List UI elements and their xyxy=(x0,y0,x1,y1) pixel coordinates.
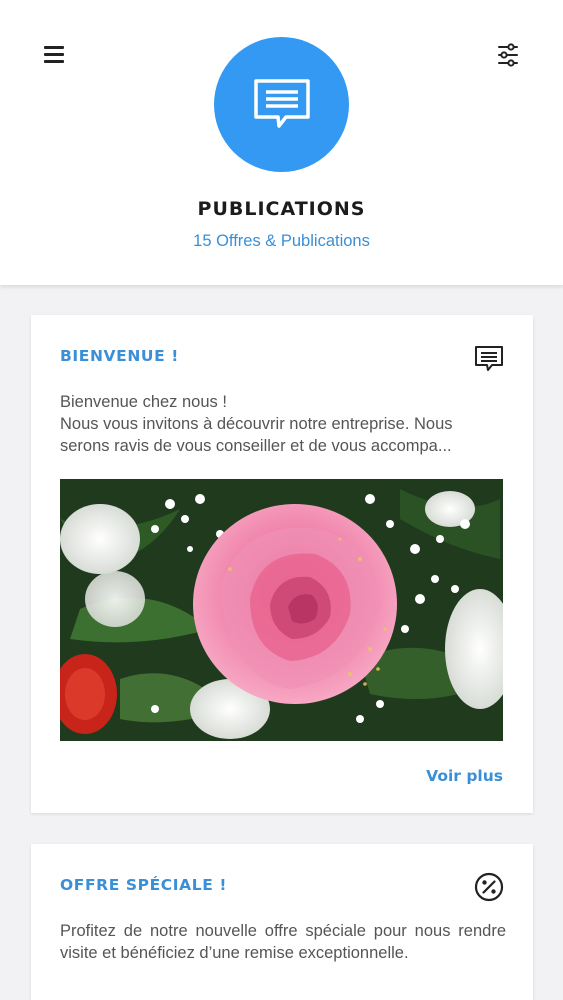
hamburger-menu-icon xyxy=(44,46,64,49)
menu-button[interactable] xyxy=(38,38,72,70)
publications-avatar xyxy=(214,37,349,172)
card-text-body: Nous vous invitons à découvrir notre ent… xyxy=(60,415,453,455)
hamburger-line xyxy=(44,53,64,56)
card-title: BIENVENUE ! xyxy=(60,347,179,365)
card-description: Profitez de notre nouvelle offre spécial… xyxy=(60,922,506,962)
sliders-icon xyxy=(498,43,518,67)
card-description: Bienvenue chez nous ! Nous vous invitons… xyxy=(60,391,506,457)
hamburger-line xyxy=(44,60,64,63)
publication-card-special-offer[interactable]: OFFRE SPÉCIALE ! Profitez de notre nouve… xyxy=(31,844,533,1000)
page-subtitle: 15 Offres & Publications xyxy=(193,232,370,250)
app-header: PUBLICATIONS 15 Offres & Publications xyxy=(0,0,563,285)
filter-button[interactable] xyxy=(490,38,526,72)
percent-badge-icon xyxy=(473,871,505,903)
rose-bouquet-image[interactable] xyxy=(60,479,503,741)
card-text-line: Bienvenue chez nous ! xyxy=(60,393,227,411)
publication-card-welcome[interactable]: BIENVENUE ! Bienvenue chez nous ! Nous v… xyxy=(31,315,533,813)
page-title: PUBLICATIONS xyxy=(197,198,366,220)
see-more-link[interactable]: Voir plus xyxy=(426,767,503,785)
card-title: OFFRE SPÉCIALE ! xyxy=(60,876,228,894)
message-icon xyxy=(253,78,310,128)
message-icon xyxy=(473,342,505,374)
